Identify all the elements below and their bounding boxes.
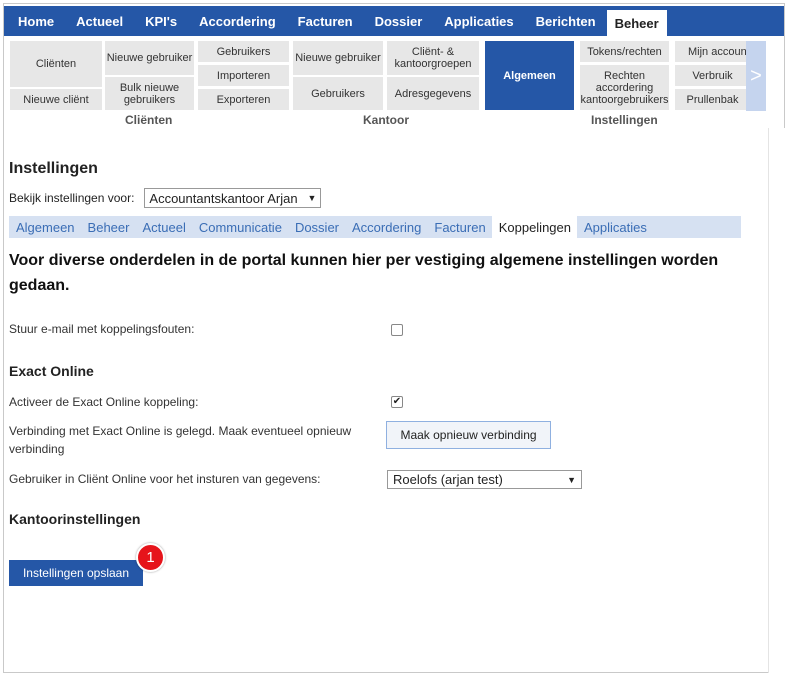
tab-communicatie[interactable]: Communicatie [192, 216, 288, 238]
nav-dossier[interactable]: Dossier [364, 6, 434, 36]
tab-algemeen[interactable]: Algemeen [9, 216, 81, 238]
activate-exact-checkbox[interactable]: ✔ [391, 396, 403, 408]
tab-actueel[interactable]: Actueel [135, 216, 191, 238]
chevron-down-icon: ▼ [307, 193, 317, 203]
tab-beheer[interactable]: Beheer [81, 216, 136, 238]
ribbon-mijn-account-button[interactable]: Mijn account [675, 41, 750, 62]
nav-facturen[interactable]: Facturen [287, 6, 364, 36]
tab-accordering[interactable]: Accordering [345, 216, 427, 238]
tab-koppelingen[interactable]: Koppelingen [491, 216, 577, 238]
nav-home[interactable]: Home [7, 6, 65, 36]
ribbon-scroll-right-icon[interactable]: > [746, 41, 766, 111]
view-for-label: Bekijk instellingen voor: [9, 191, 135, 205]
submit-user-value: Roelofs (arjan test) [393, 472, 503, 487]
ribbon-group-instellingen: Instellingen [591, 113, 658, 127]
reconnect-button[interactable]: Maak opnieuw verbinding [386, 421, 551, 449]
admin-ribbon: Cliënten Nieuwe cliënt Nieuwe gebruiker … [4, 36, 784, 128]
top-navigation: Home Actueel KPI's Accordering Facturen … [4, 6, 784, 36]
office-select-value: Accountantskantoor Arjan [149, 190, 298, 206]
ribbon-kantoor-gebruikers-button[interactable]: Gebruikers [293, 77, 383, 110]
email-errors-checkbox[interactable] [391, 324, 403, 336]
nav-kpis[interactable]: KPI's [134, 6, 188, 36]
ribbon-bulk-nieuwe-gebruikers-button[interactable]: Bulk nieuwe gebruikers [105, 77, 194, 110]
checkmark-icon: ✔ [392, 396, 402, 407]
right-side-panel [768, 128, 788, 673]
submit-user-select[interactable]: Roelofs (arjan test) ▼ [387, 470, 582, 489]
ribbon-group-clienten: Cliënten [125, 113, 173, 127]
page-title: Instellingen [9, 160, 98, 177]
nav-actueel[interactable]: Actueel [65, 6, 134, 36]
ribbon-verbruik-button[interactable]: Verbruik [675, 65, 750, 86]
save-settings-button[interactable]: Instellingen opslaan [9, 560, 143, 586]
tab-dossier[interactable]: Dossier [288, 216, 345, 238]
chevron-down-icon: ▼ [567, 474, 576, 485]
intro-text: Voor diverse onderdelen in de portal kun… [9, 252, 719, 294]
tab-facturen[interactable]: Facturen [427, 216, 491, 238]
settings-tabs: Algemeen Beheer Actueel Communicatie Dos… [9, 216, 741, 238]
ribbon-group-kantoor: Kantoor [363, 113, 409, 127]
ribbon-tokens-rechten-button[interactable]: Tokens/rechten [580, 41, 669, 62]
ribbon-importeren-button[interactable]: Importeren [198, 65, 289, 86]
ribbon-clienten-button[interactable]: Cliënten [10, 41, 102, 87]
ribbon-nieuwe-client-button[interactable]: Nieuwe cliënt [10, 89, 102, 110]
nav-beheer[interactable]: Beheer [606, 10, 667, 36]
ribbon-nieuwe-gebruiker-button[interactable]: Nieuwe gebruiker [105, 41, 194, 75]
nav-berichten[interactable]: Berichten [525, 6, 607, 36]
kantoorinstellingen-heading: Kantoorinstellingen [9, 511, 141, 527]
office-select[interactable]: Accountantskantoor Arjan ▼ [144, 188, 322, 208]
ribbon-prullenbak-button[interactable]: Prullenbak [675, 89, 750, 110]
exact-online-heading: Exact Online [9, 363, 94, 379]
ribbon-exporteren-button[interactable]: Exporteren [198, 89, 289, 110]
email-errors-label: Stuur e-mail met koppelingsfouten: [9, 322, 195, 336]
tab-applicaties[interactable]: Applicaties [577, 216, 653, 238]
activate-exact-label: Activeer de Exact Online koppeling: [9, 395, 199, 409]
ribbon-gebruikers-button[interactable]: Gebruikers [198, 41, 289, 62]
nav-accordering[interactable]: Accordering [188, 6, 287, 36]
view-settings-for: Bekijk instellingen voor: Accountantskan… [9, 188, 322, 208]
ribbon-adresgegevens-button[interactable]: Adresgegevens [387, 77, 479, 110]
step-badge: 1 [136, 543, 165, 572]
ribbon-kantoor-nieuwe-gebruiker-button[interactable]: Nieuwe gebruiker [293, 41, 383, 75]
connection-status-label: Verbinding met Exact Online is gelegd. M… [9, 424, 352, 456]
ribbon-client-kantoorgroepen-button[interactable]: Cliënt- & kantoorgroepen [387, 41, 479, 75]
ribbon-rechten-accordering-button[interactable]: Rechten accordering kantoorgebruikers [580, 65, 669, 110]
submit-user-label: Gebruiker in Cliënt Online voor het inst… [9, 472, 321, 486]
ribbon-algemeen-button[interactable]: Algemeen [485, 41, 574, 110]
nav-applicaties[interactable]: Applicaties [433, 6, 524, 36]
